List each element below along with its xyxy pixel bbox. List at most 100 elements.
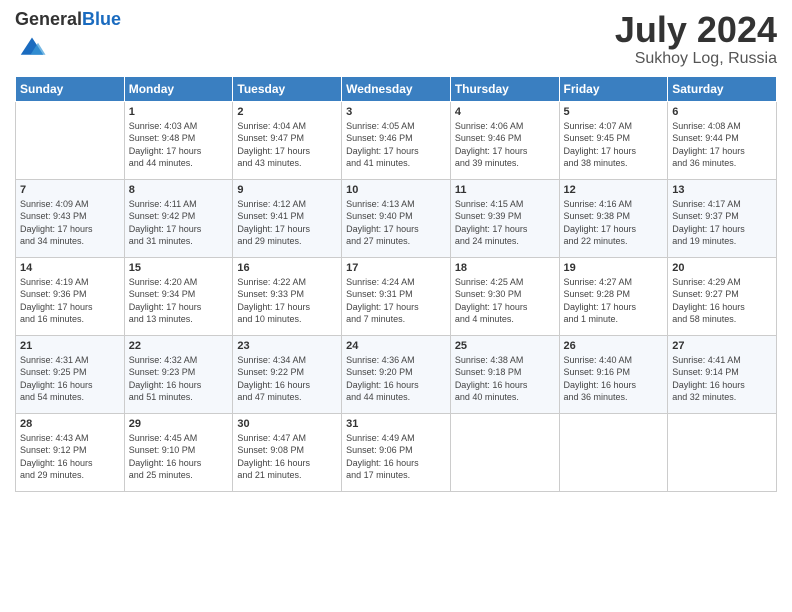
cell-info: Sunrise: 4:11 AM Sunset: 9:42 PM Dayligh…: [129, 198, 229, 248]
cell-info: Sunrise: 4:31 AM Sunset: 9:25 PM Dayligh…: [20, 354, 120, 404]
calendar-cell: [450, 413, 559, 491]
calendar-cell: 15Sunrise: 4:20 AM Sunset: 9:34 PM Dayli…: [124, 257, 233, 335]
calendar-week-3: 14 Sunrise: 4:19 AM Sunset: 9:36 PM Dayli…: [16, 257, 777, 335]
cell-info: Sunrise: 4:04 AM Sunset: 9:47 PM Dayligh…: [237, 120, 337, 170]
day-number: 23: [237, 340, 337, 352]
day-number: 14: [20, 262, 120, 274]
day-number: 13: [672, 184, 772, 196]
cell-info: Sunrise: 4:13 AM Sunset: 9:40 PM Dayligh…: [346, 198, 446, 248]
logo: GeneralBlue: [15, 10, 121, 65]
calendar-cell: 9 Sunrise: 4:12 AM Sunset: 9:41 PM Daylig…: [233, 179, 342, 257]
col-friday: Friday: [559, 76, 668, 101]
calendar-cell: 10 Sunrise: 4:13 AM Sunset: 9:40 PM Dayli…: [342, 179, 451, 257]
calendar-cell: 4 Sunrise: 4:06 AM Sunset: 9:46 PM Daylig…: [450, 101, 559, 179]
calendar-cell: 3 Sunrise: 4:05 AM Sunset: 9:46 PM Daylig…: [342, 101, 451, 179]
day-number: 3: [346, 106, 446, 118]
cell-info: Sunrise: 4:16 AM Sunset: 9:38 PM Dayligh…: [564, 198, 664, 248]
calendar-cell: 7 Sunrise: 4:09 AM Sunset: 9:43 PM Daylig…: [16, 179, 125, 257]
calendar-cell: 25Sunrise: 4:38 AM Sunset: 9:18 PM Dayli…: [450, 335, 559, 413]
day-number: 1: [129, 106, 229, 118]
day-number: 25: [455, 340, 555, 352]
day-number: 11: [455, 184, 555, 196]
calendar-cell: 28Sunrise: 4:43 AM Sunset: 9:12 PM Dayli…: [16, 413, 125, 491]
calendar-cell: 22 Sunrise: 4:32 AM Sunset: 9:23 PM Dayli…: [124, 335, 233, 413]
logo-icon: [17, 30, 47, 60]
calendar-cell: 17Sunrise: 4:24 AM Sunset: 9:31 PM Dayli…: [342, 257, 451, 335]
day-number: 12: [564, 184, 664, 196]
day-number: 24: [346, 340, 446, 352]
calendar-week-4: 21 Sunrise: 4:31 AM Sunset: 9:25 PM Dayli…: [16, 335, 777, 413]
calendar-cell: 16 Sunrise: 4:22 AM Sunset: 9:33 PM Dayli…: [233, 257, 342, 335]
calendar-cell: 23 Sunrise: 4:34 AM Sunset: 9:22 PM Dayli…: [233, 335, 342, 413]
calendar-cell: 24 Sunrise: 4:36 AM Sunset: 9:20 PM Dayli…: [342, 335, 451, 413]
calendar-table: Sunday Monday Tuesday Wednesday Thursday…: [15, 76, 777, 492]
calendar-cell: 5 Sunrise: 4:07 AM Sunset: 9:45 PM Daylig…: [559, 101, 668, 179]
calendar-cell: 8 Sunrise: 4:11 AM Sunset: 9:42 PM Daylig…: [124, 179, 233, 257]
day-number: 10: [346, 184, 446, 196]
cell-info: Sunrise: 4:09 AM Sunset: 9:43 PM Dayligh…: [20, 198, 120, 248]
day-number: 7: [20, 184, 120, 196]
col-wednesday: Wednesday: [342, 76, 451, 101]
cell-info: Sunrise: 4:12 AM Sunset: 9:41 PM Dayligh…: [237, 198, 337, 248]
day-number: 16: [237, 262, 337, 274]
calendar-cell: 2Sunrise: 4:04 AM Sunset: 9:47 PM Daylig…: [233, 101, 342, 179]
calendar-week-2: 7 Sunrise: 4:09 AM Sunset: 9:43 PM Daylig…: [16, 179, 777, 257]
day-number: 21: [20, 340, 120, 352]
day-number: 27: [672, 340, 772, 352]
day-number: 19: [564, 262, 664, 274]
cell-info: Sunrise: 4:25 AM Sunset: 9:30 PM Dayligh…: [455, 276, 555, 326]
calendar-cell: 11 Sunrise: 4:15 AM Sunset: 9:39 PM Dayli…: [450, 179, 559, 257]
header-row: Sunday Monday Tuesday Wednesday Thursday…: [16, 76, 777, 101]
day-number: 28: [20, 418, 120, 430]
calendar-cell: 14 Sunrise: 4:19 AM Sunset: 9:36 PM Dayli…: [16, 257, 125, 335]
day-number: 31: [346, 418, 446, 430]
day-number: 4: [455, 106, 555, 118]
header: GeneralBlue July 2024 Sukhoy Log, Russia: [15, 10, 777, 68]
location: Sukhoy Log, Russia: [615, 50, 777, 68]
day-number: 29: [129, 418, 229, 430]
cell-info: Sunrise: 4:19 AM Sunset: 9:36 PM Dayligh…: [20, 276, 120, 326]
cell-info: Sunrise: 4:08 AM Sunset: 9:44 PM Dayligh…: [672, 120, 772, 170]
cell-info: Sunrise: 4:20 AM Sunset: 9:34 PM Dayligh…: [129, 276, 229, 326]
calendar-cell: 26Sunrise: 4:40 AM Sunset: 9:16 PM Dayli…: [559, 335, 668, 413]
day-number: 22: [129, 340, 229, 352]
day-number: 8: [129, 184, 229, 196]
calendar-cell: [668, 413, 777, 491]
day-number: 18: [455, 262, 555, 274]
cell-info: Sunrise: 4:05 AM Sunset: 9:46 PM Dayligh…: [346, 120, 446, 170]
logo-text: GeneralBlue: [15, 10, 121, 30]
cell-info: Sunrise: 4:29 AM Sunset: 9:27 PM Dayligh…: [672, 276, 772, 326]
cell-info: Sunrise: 4:06 AM Sunset: 9:46 PM Dayligh…: [455, 120, 555, 170]
calendar-cell: [559, 413, 668, 491]
cell-info: Sunrise: 4:41 AM Sunset: 9:14 PM Dayligh…: [672, 354, 772, 404]
calendar-cell: 20Sunrise: 4:29 AM Sunset: 9:27 PM Dayli…: [668, 257, 777, 335]
calendar-cell: 6Sunrise: 4:08 AM Sunset: 9:44 PM Daylig…: [668, 101, 777, 179]
col-monday: Monday: [124, 76, 233, 101]
cell-info: Sunrise: 4:24 AM Sunset: 9:31 PM Dayligh…: [346, 276, 446, 326]
day-number: 9: [237, 184, 337, 196]
calendar-cell: 19Sunrise: 4:27 AM Sunset: 9:28 PM Dayli…: [559, 257, 668, 335]
day-number: 5: [564, 106, 664, 118]
cell-info: Sunrise: 4:07 AM Sunset: 9:45 PM Dayligh…: [564, 120, 664, 170]
calendar-week-5: 28Sunrise: 4:43 AM Sunset: 9:12 PM Dayli…: [16, 413, 777, 491]
cell-info: Sunrise: 4:17 AM Sunset: 9:37 PM Dayligh…: [672, 198, 772, 248]
col-tuesday: Tuesday: [233, 76, 342, 101]
cell-info: Sunrise: 4:32 AM Sunset: 9:23 PM Dayligh…: [129, 354, 229, 404]
cell-info: Sunrise: 4:22 AM Sunset: 9:33 PM Dayligh…: [237, 276, 337, 326]
col-saturday: Saturday: [668, 76, 777, 101]
calendar-cell: 31 Sunrise: 4:49 AM Sunset: 9:06 PM Dayli…: [342, 413, 451, 491]
calendar-cell: 27 Sunrise: 4:41 AM Sunset: 9:14 PM Dayli…: [668, 335, 777, 413]
calendar-cell: 13 Sunrise: 4:17 AM Sunset: 9:37 PM Dayli…: [668, 179, 777, 257]
cell-info: Sunrise: 4:40 AM Sunset: 9:16 PM Dayligh…: [564, 354, 664, 404]
cell-info: Sunrise: 4:15 AM Sunset: 9:39 PM Dayligh…: [455, 198, 555, 248]
month-title: July 2024: [615, 10, 777, 50]
logo-general: General: [15, 9, 82, 29]
col-sunday: Sunday: [16, 76, 125, 101]
cell-info: Sunrise: 4:34 AM Sunset: 9:22 PM Dayligh…: [237, 354, 337, 404]
cell-info: Sunrise: 4:49 AM Sunset: 9:06 PM Dayligh…: [346, 432, 446, 482]
cell-info: Sunrise: 4:36 AM Sunset: 9:20 PM Dayligh…: [346, 354, 446, 404]
logo-blue: Blue: [82, 9, 121, 29]
calendar-cell: 21 Sunrise: 4:31 AM Sunset: 9:25 PM Dayli…: [16, 335, 125, 413]
calendar-cell: 1Sunrise: 4:03 AM Sunset: 9:48 PM Daylig…: [124, 101, 233, 179]
page: GeneralBlue July 2024 Sukhoy Log, Russia…: [0, 0, 792, 612]
